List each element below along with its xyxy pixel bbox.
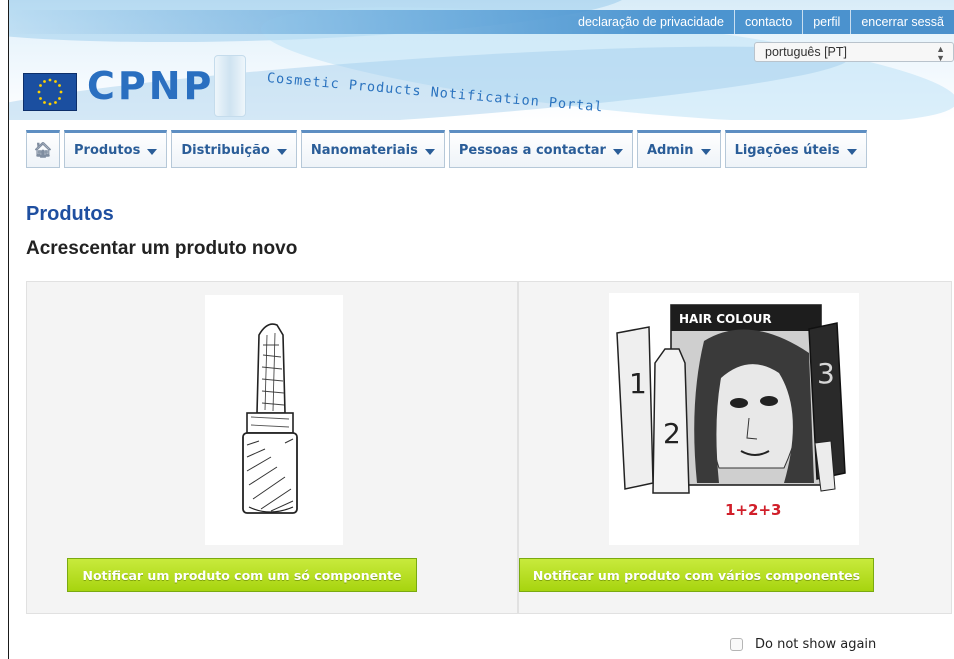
component-number-2: 2 (663, 417, 681, 450)
single-component-option: Notificar um produto com um só component… (26, 281, 518, 614)
language-select-value: português [PT] (765, 45, 847, 59)
cpnp-logo-text: CPNP (87, 64, 215, 108)
do-not-show-label: Do not show again (755, 637, 877, 652)
nav-item-label: Ligações úteis (734, 142, 840, 158)
component-number-3: 3 (817, 357, 835, 390)
eu-flag-logo (23, 73, 77, 111)
formula-text: 1+2+3 (725, 501, 781, 519)
nav-item-produtos[interactable]: Produtos (64, 130, 168, 168)
chevron-down-icon (147, 149, 158, 155)
notify-multi-component-button[interactable]: Notificar um produto com vários componen… (519, 558, 874, 592)
hair-colour-kit-image: HAIR COLOUR 1 2 3 1+2+3 (609, 293, 859, 545)
hair-colour-kit-icon: HAIR COLOUR 1 2 3 1+2+3 (616, 304, 846, 519)
chevron-down-icon (424, 149, 435, 155)
select-arrows-icon: ▲ ▼ (936, 44, 945, 63)
nav-item-label: Distribuição (181, 142, 270, 158)
language-select[interactable]: português [PT] ▲ ▼ (754, 42, 954, 63)
component-number-1: 1 (629, 367, 647, 400)
page-subtitle: Acrescentar um produto novo (26, 238, 298, 259)
logout-link[interactable]: encerrar sessã (850, 10, 954, 34)
page-title: Produtos (26, 203, 114, 225)
profile-link[interactable]: perfil (802, 10, 850, 34)
logo-tube-graphic (214, 55, 246, 117)
nav-item-label: Pessoas a contactar (458, 142, 606, 158)
nav-item-distribuicao[interactable]: Distribuição (171, 130, 297, 168)
do-not-show-again: Do not show again (730, 637, 876, 652)
lipstick-image (205, 295, 343, 545)
nav-item-label: Nanomateriais (310, 142, 418, 158)
do-not-show-checkbox[interactable] (730, 638, 743, 651)
box-title: HAIR COLOUR (679, 312, 772, 326)
top-links: declaração de privacidade contacto perfi… (568, 10, 954, 34)
chevron-down-icon (612, 149, 623, 155)
chevron-down-icon (276, 149, 287, 155)
privacy-link[interactable]: declaração de privacidade (568, 10, 734, 34)
nav-home[interactable]: 🏠︎ (26, 130, 60, 168)
nav-item-admin[interactable]: Admin (636, 130, 721, 168)
lipstick-icon (242, 323, 298, 514)
chevron-down-icon (846, 149, 857, 155)
chevron-down-icon (700, 149, 711, 155)
header: declaração de privacidade contacto perfi… (9, 0, 954, 120)
nav-item-label: Produtos (74, 142, 141, 158)
contact-link[interactable]: contacto (733, 10, 802, 34)
notify-single-component-button[interactable]: Notificar um produto com um só component… (67, 558, 417, 592)
nav-item-nanomateriais[interactable]: Nanomateriais (300, 130, 445, 168)
eu-stars-icon (37, 78, 63, 106)
nav-item-label: Admin (646, 142, 694, 158)
multi-component-option: HAIR COLOUR 1 2 3 1+2+3 Notificar um pro… (518, 281, 952, 614)
main-nav: 🏠︎ Produtos Distribuição Nanomateriais P… (26, 130, 867, 170)
home-icon: 🏠︎ (33, 141, 53, 159)
nav-item-ligacoes-uteis[interactable]: Ligações úteis (724, 130, 867, 168)
nav-item-pessoas-a-contactar[interactable]: Pessoas a contactar (448, 130, 633, 168)
